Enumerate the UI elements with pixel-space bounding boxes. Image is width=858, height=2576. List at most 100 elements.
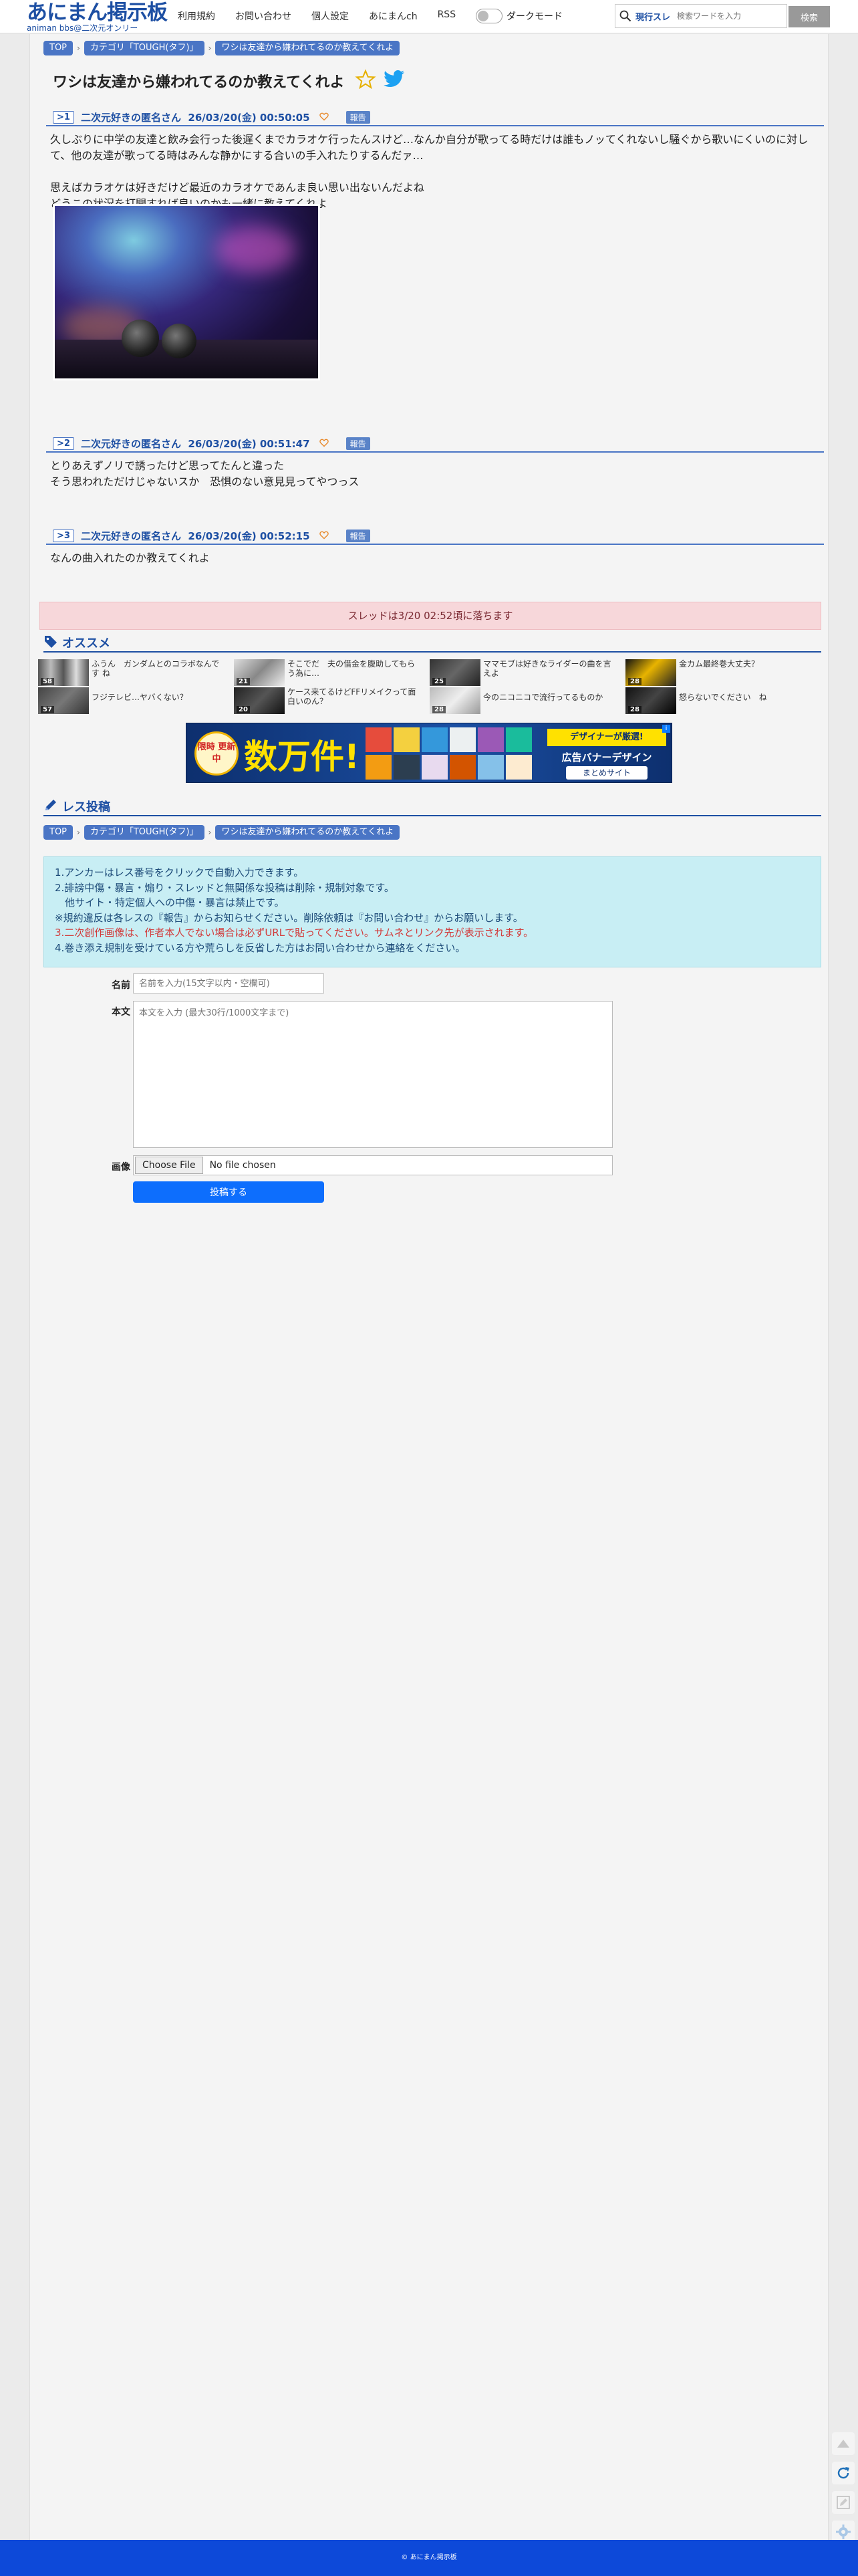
post-date: 26/03/20(金) 00:50:05 [188, 111, 310, 124]
report-button[interactable]: 報告 [345, 110, 370, 124]
rule-line: 2.誹謗中傷・暴言・煽り・スレッドと無関係な投稿は削除・規制対象です。 [55, 881, 394, 894]
thread-title-row: ワシは友達から嫌われてるのか教えてくれよ [53, 69, 406, 93]
breadcrumb-top[interactable]: TOP [43, 825, 74, 840]
poster-info: 二次元好きの匿名さん 26/03/20(金) 00:51:47 [81, 437, 310, 451]
ad-ribbon: デザイナーが厳選! [547, 729, 666, 746]
post-line: なんの曲入れたのか教えてくれよ [50, 552, 210, 564]
comment-count: 25 [432, 678, 446, 685]
poster-name: 二次元好きの匿名さん [80, 437, 181, 450]
nav-terms-link[interactable]: 利用規約 [178, 9, 215, 23]
ad-tile [478, 754, 504, 780]
body-label: 本文 [112, 1007, 130, 1018]
recommend-title: ケース来てるけどFFリメイクって面白いのん？ [287, 687, 416, 706]
post-body: なんの曲入れたのか教えてくれよ [46, 545, 824, 572]
post-image-karaoke[interactable] [53, 204, 320, 380]
image-file-input[interactable]: Choose File No file chosen [133, 1155, 613, 1175]
recommend-item[interactable]: 28 金カム最終巻大丈夫？ [625, 659, 819, 686]
ad-tile [506, 754, 532, 780]
recommend-item[interactable]: 28 怒らないでください ね [625, 687, 819, 714]
submit-post-button[interactable]: 投稿する [133, 1181, 324, 1203]
recommend-item[interactable]: 28 今のニコニコで流行ってるものか [430, 687, 623, 714]
breadcrumb-thread[interactable]: ワシは友達から嫌われてるのか教えてくれよ [215, 825, 400, 840]
nav-animanch-link[interactable]: あにまんch [369, 9, 418, 23]
post-date: 26/03/20(金) 00:52:15 [188, 530, 310, 542]
ad-tagline: 広告バナーデザイン [561, 751, 652, 764]
image-glow [215, 226, 295, 273]
comment-count: 57 [41, 706, 54, 713]
pencil-icon [43, 798, 58, 815]
rule-line: 1.アンカーはレス番号をクリックで自動入力できます。 [55, 866, 304, 879]
recommend-title: 今のニコニコで流行ってるものか [483, 693, 603, 702]
twitter-share-icon[interactable] [383, 70, 406, 92]
site-logo[interactable]: あにまん掲示板 animan bbs@二次元オンリー [27, 1, 168, 32]
breadcrumb-category[interactable]: カテゴリ「TOUGH(タフ)」 [84, 41, 204, 55]
recommend-thumbnail: 21 [234, 659, 285, 686]
heart-icon[interactable] [319, 530, 329, 542]
dark-mode-toggle[interactable]: ダークモード [476, 9, 563, 23]
recommend-title: 怒らないでください ね [679, 693, 767, 702]
ad-limited-badge: 限時 更新中 [194, 731, 239, 776]
ad-tile [422, 727, 448, 752]
res-number[interactable]: >2 [53, 437, 74, 450]
recommend-item[interactable]: 20 ケース来てるけどFFリメイクって面白いのん？ [234, 687, 428, 714]
post-header: >1 二次元好きの匿名さん 26/03/20(金) 00:50:05 報告 [46, 109, 824, 126]
breadcrumb-bottom: TOP › カテゴリ「TOUGH(タフ)」 › ワシは友達から嫌われてるのか教え… [43, 825, 400, 840]
rule-line: 他サイト・特定個人への中傷・暴言は禁止です。 [55, 897, 285, 909]
toggle-switch[interactable] [476, 9, 503, 23]
recommend-item[interactable]: 21 そこでだ 夫の借金を腹助してもらう為に… [234, 659, 428, 686]
choose-file-button[interactable]: Choose File [135, 1157, 203, 1174]
comment-count: 58 [41, 678, 54, 685]
rule-line: 3.二次創作画像は、作者本人でない場合は必ずURLで貼ってください。サムネとリン… [55, 927, 534, 939]
recommend-item[interactable]: 57 フジテレビ…ヤバくない？ [38, 687, 232, 714]
site-header: あにまん掲示板 animan bbs@二次元オンリー 利用規約 お問い合わせ 個… [0, 0, 858, 33]
recommend-thumbnail: 25 [430, 659, 480, 686]
search-button[interactable]: 検索 [789, 6, 830, 27]
poster-name: 二次元好きの匿名さん [80, 530, 181, 542]
report-button[interactable]: 報告 [345, 529, 370, 542]
ad-banner[interactable]: 限時 更新中 数万件! デザイナーが厳選! 広告バナーデザイン まとめサイト i [186, 723, 672, 783]
name-input[interactable] [133, 973, 324, 993]
reply-heading: レス投稿 [43, 798, 821, 816]
recommend-thumbnail: 57 [38, 687, 89, 714]
scroll-top-icon[interactable] [832, 2432, 855, 2455]
post-body: とりあえずノリで誘ったけど思ってたんと違った そう思われただけじゃないスか 恐惧… [46, 453, 824, 495]
recommend-item[interactable]: 58 ふうん ガンダムとのコラボなんです ね [38, 659, 232, 686]
heart-icon[interactable] [319, 111, 329, 124]
res-number[interactable]: >3 [53, 529, 74, 542]
rule-line: 4.巻き添え規制を受けている方や荒らしを反省した方はお問い合わせから連絡をくださ… [55, 941, 466, 954]
ad-info-icon[interactable]: i [662, 725, 670, 733]
dark-mode-label: ダークモード [507, 11, 563, 22]
breadcrumb: TOP › カテゴリ「TOUGH(タフ)」 › ワシは友達から嫌われてるのか教え… [43, 41, 400, 55]
body-textarea[interactable] [133, 1001, 613, 1148]
breadcrumb-category[interactable]: カテゴリ「TOUGH(タフ)」 [84, 825, 204, 840]
search-input[interactable] [676, 11, 776, 21]
recommend-thumbnail: 28 [625, 659, 676, 686]
reload-icon[interactable] [832, 2462, 855, 2484]
breadcrumb-thread[interactable]: ワシは友達から嫌われてるのか教えてくれよ [215, 41, 400, 55]
post-1: >1 二次元好きの匿名さん 26/03/20(金) 00:50:05 報告 久し… [46, 109, 824, 217]
heart-icon[interactable] [319, 437, 329, 450]
post-line: そう思われただけじゃないスか 恐惧のない意見見ってやつっス [50, 475, 360, 488]
search-scope-select[interactable]: 現行スレ [635, 10, 670, 23]
nav-settings-link[interactable]: 個人設定 [311, 9, 349, 23]
breadcrumb-separator: › [208, 43, 212, 53]
post-line [50, 164, 820, 180]
favorite-star-icon[interactable] [355, 69, 377, 93]
post-line: 久しぶりに中学の友達と飲み会行った後遅くまでカラオケ行ったんスけど…なんか自分が… [50, 133, 809, 146]
comment-count: 28 [432, 706, 446, 713]
recommend-item[interactable]: 25 ママモブは好きなライダーの曲を言えよ [430, 659, 623, 686]
comment-count: 28 [628, 706, 641, 713]
poster-name: 二次元好きの匿名さん [80, 111, 181, 124]
search-icon [615, 10, 635, 22]
logo-text: あにまん掲示板 [27, 1, 168, 25]
res-number[interactable]: >1 [53, 110, 74, 124]
nav-rss-link[interactable]: RSS [438, 9, 456, 23]
breadcrumb-top[interactable]: TOP [43, 41, 74, 55]
write-icon[interactable] [832, 2491, 855, 2514]
main-content: TOP › カテゴリ「TOUGH(タフ)」 › ワシは友達から嫌われてるのか教え… [29, 34, 829, 2540]
recommend-title: 金カム最終巻大丈夫？ [679, 659, 760, 669]
report-button[interactable]: 報告 [345, 437, 370, 450]
nav-contact-link[interactable]: お問い合わせ [235, 9, 291, 23]
recommend-thumbnail: 20 [234, 687, 285, 714]
recommend-heading-label: オススメ [62, 636, 110, 651]
